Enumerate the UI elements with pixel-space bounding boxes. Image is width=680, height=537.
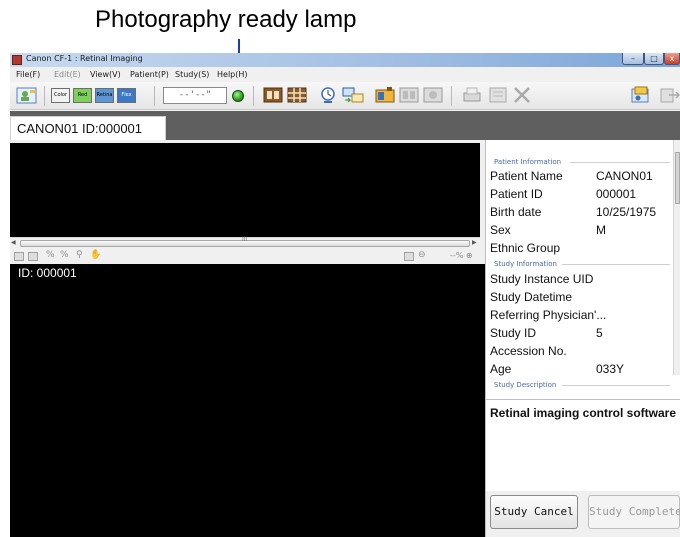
grid-icon[interactable]: [287, 86, 307, 104]
info-row-referring-physician: Referring Physician'...: [490, 308, 607, 322]
horizontal-scrollbar[interactable]: ◀ III ▶: [10, 237, 480, 249]
film-icon[interactable]: [263, 86, 283, 104]
group-divider: [562, 385, 670, 386]
export-icon[interactable]: [488, 86, 508, 104]
study-description-text: Retinal imaging control software: [490, 406, 677, 420]
print-icon[interactable]: [462, 86, 482, 104]
info-row-ethnic-group: Ethnic Group: [490, 241, 561, 255]
info-row-study-datetime: Study Datetime: [490, 290, 573, 304]
close-button[interactable]: x: [664, 53, 680, 65]
mode-color-button[interactable]: Color: [51, 88, 70, 103]
menu-view[interactable]: View(V): [90, 70, 121, 79]
group-divider: [570, 162, 670, 163]
menu-study[interactable]: Study(S): [175, 70, 209, 79]
zoom-out-icon[interactable]: ⊖: [418, 250, 426, 260]
percent-alt-icon[interactable]: %: [60, 250, 69, 260]
time-display: --'--": [163, 87, 227, 104]
maximize-button[interactable]: □: [644, 53, 664, 65]
group-divider: [562, 264, 670, 265]
menu-bar: File(F) Edit(E) View(V) Patient(P) Study…: [10, 68, 680, 82]
clock-icon[interactable]: [318, 86, 338, 104]
info-vertical-scrollbar[interactable]: [673, 140, 680, 375]
study-description-header: Study Description: [494, 381, 557, 389]
title-bar: Canon CF-1 : Retinal Imaging – □ x: [10, 53, 680, 67]
hand-icon[interactable]: ✋: [90, 250, 101, 260]
image-icon[interactable]: [423, 86, 443, 104]
action-bar: Study Cancel Study Complete: [485, 491, 680, 537]
menu-edit[interactable]: Edit(E): [54, 70, 81, 79]
info-row-patient-id: Patient ID 000001: [490, 187, 637, 201]
info-row-study-id: Study ID 5: [490, 326, 603, 340]
info-row-accession-no: Accession No.: [490, 344, 567, 358]
viewer-toolbar: % % ⚲ ✋ ⊖ --% ⊕: [10, 249, 480, 264]
toolbar-separator: [44, 86, 45, 106]
scroll-left-icon[interactable]: ◀: [11, 239, 16, 246]
minimize-button[interactable]: –: [622, 53, 644, 65]
main-image-viewer[interactable]: ID: 000001: [10, 264, 485, 537]
info-row-patient-name: Patient Name CANON01: [490, 169, 653, 183]
info-row-age: Age 033Y: [490, 362, 625, 376]
layout-split-icon[interactable]: [28, 252, 38, 261]
study-cancel-button[interactable]: Study Cancel: [490, 495, 578, 529]
callout-label: Photography ready lamp: [95, 6, 357, 33]
scroll-right-icon[interactable]: ▶: [472, 239, 477, 246]
mode-flex-button[interactable]: Flex: [117, 88, 136, 103]
transfer-icon[interactable]: [341, 86, 365, 104]
window-title: Canon CF-1 : Retinal Imaging: [26, 54, 143, 63]
info-panel: Patient Information Patient Name CANON01 …: [485, 140, 680, 399]
info-row-birth-date: Birth date 10/25/1975: [490, 205, 657, 219]
study-id-label: ID: 000001: [18, 266, 77, 280]
patient-info-header: Patient Information: [494, 158, 562, 166]
compare-icon[interactable]: [399, 86, 419, 104]
toolbar-separator: [154, 86, 155, 106]
zoom-level-label: --% ⊕: [450, 251, 473, 260]
info-row-sex: Sex M: [490, 223, 606, 237]
toolbar-separator: [451, 86, 452, 106]
patient-icon[interactable]: [16, 86, 38, 104]
thumbnail-viewer[interactable]: [10, 143, 480, 237]
menu-patient[interactable]: Patient(P): [130, 70, 169, 79]
camera-icon[interactable]: [375, 86, 395, 104]
scroll-grip: III: [242, 237, 248, 243]
fit-icon[interactable]: [404, 252, 414, 261]
menu-help[interactable]: Help(H): [217, 70, 248, 79]
patient-tab-strip: CANON01 ID:000001: [10, 111, 680, 140]
app-icon: [12, 55, 22, 65]
photography-ready-lamp: [232, 90, 244, 102]
app-window: Canon CF-1 : Retinal Imaging – □ x File(…: [10, 53, 680, 537]
info-scrollbar-thumb[interactable]: [675, 152, 680, 204]
zoom-icon[interactable]: ⚲: [76, 250, 83, 260]
tab-patient[interactable]: CANON01 ID:000001: [10, 116, 166, 140]
menu-file[interactable]: File(F): [16, 70, 40, 79]
toolbar: Color Red Free Retina Flex --'--": [10, 82, 680, 110]
delete-icon[interactable]: [512, 86, 532, 104]
study-complete-button[interactable]: Study Complete: [588, 495, 680, 529]
study-description-box[interactable]: Retinal imaging control software: [485, 399, 680, 491]
info-icon[interactable]: [630, 86, 652, 104]
layout-single-icon[interactable]: [14, 252, 24, 261]
exit-icon[interactable]: [658, 86, 680, 104]
study-info-header: Study Information: [494, 260, 557, 268]
toolbar-separator: [253, 86, 254, 106]
info-row-study-uid: Study Instance UID: [490, 272, 594, 286]
percent-icon[interactable]: %: [46, 250, 55, 260]
mode-retina-button[interactable]: Retina: [95, 88, 114, 103]
mode-red-free-button[interactable]: Red Free: [73, 88, 92, 103]
